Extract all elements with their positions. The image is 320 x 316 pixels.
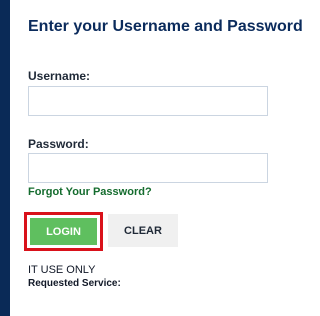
password-label: Password: (28, 137, 89, 151)
username-input[interactable] (28, 86, 268, 116)
left-border (0, 0, 10, 316)
clear-button[interactable]: CLEAR (108, 214, 178, 247)
login-button[interactable]: LOGIN (30, 218, 97, 245)
forgot-password-link[interactable]: Forgot Your Password? (28, 186, 152, 198)
login-title: Enter your Username and Password (28, 18, 303, 35)
password-input[interactable] (28, 153, 268, 183)
login-panel: Enter your Username and Password Usernam… (10, 0, 307, 316)
it-use-only-text: IT USE ONLY (28, 264, 96, 276)
requested-service-label: Requested Service: (28, 278, 121, 289)
username-label: Username: (28, 69, 91, 83)
